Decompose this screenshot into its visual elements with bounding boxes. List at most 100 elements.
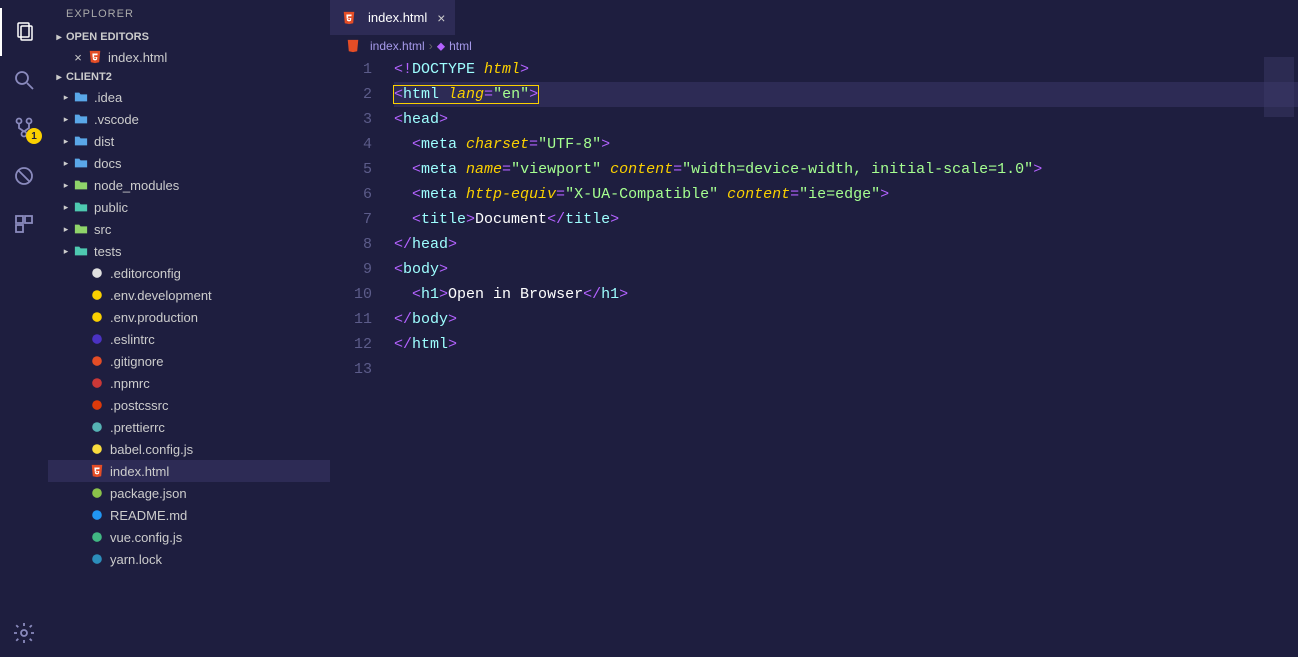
tree-file[interactable]: .env.production (48, 306, 330, 328)
npm-icon (88, 376, 106, 390)
git-icon (88, 354, 106, 368)
tree-folder[interactable]: ▸.idea (48, 86, 330, 108)
tree-file[interactable]: babel.config.js (48, 438, 330, 460)
code-line[interactable]: <title>Document</title> (394, 207, 1298, 232)
editor[interactable]: 12345678910111213 <!DOCTYPE html><html l… (330, 57, 1298, 657)
tree-file[interactable]: .prettierrc (48, 416, 330, 438)
breadcrumb[interactable]: index.html › ⬥ html (330, 35, 1298, 57)
activity-bar: 1 (0, 0, 48, 657)
line-number: 11 (330, 307, 372, 332)
code-line[interactable]: <h1>Open in Browser</h1> (394, 282, 1298, 307)
line-number: 4 (330, 132, 372, 157)
tree-item-label: tests (94, 244, 121, 259)
html-icon (340, 11, 358, 25)
chevron-right-icon: ▸ (60, 114, 72, 125)
tree-item-label: vue.config.js (110, 530, 182, 545)
tree-item-label: docs (94, 156, 121, 171)
code-line[interactable]: <!DOCTYPE html> (394, 57, 1298, 82)
chevron-right-icon: ▸ (60, 158, 72, 169)
tree-folder[interactable]: ▸tests (48, 240, 330, 262)
breadcrumb-sep: › (429, 39, 433, 53)
tree-file[interactable]: .npmrc (48, 372, 330, 394)
sidebar: EXPLORER ▸ OPEN EDITORS ×index.html ▸ CL… (48, 0, 330, 657)
line-number: 1 (330, 57, 372, 82)
code-line[interactable]: </head> (394, 232, 1298, 257)
tree-file[interactable]: .env.development (48, 284, 330, 306)
code-line[interactable]: </body> (394, 307, 1298, 332)
open-editors-list: ×index.html (48, 46, 330, 68)
code-line[interactable]: <meta name="viewport" content="width=dev… (394, 157, 1298, 182)
code-line[interactable]: <body> (394, 257, 1298, 282)
tree-file[interactable]: .gitignore (48, 350, 330, 372)
html-icon (86, 50, 104, 64)
code-line[interactable]: <html lang="en"> (394, 82, 1298, 107)
code-area[interactable]: <!DOCTYPE html><html lang="en"><head> <m… (390, 57, 1298, 657)
tree-item-label: dist (94, 134, 114, 149)
tree-item-label: index.html (110, 464, 169, 479)
chevron-down-icon: ▸ (52, 32, 66, 43)
tree-item-label: public (94, 200, 128, 215)
tree-folder[interactable]: ▸ public (48, 196, 330, 218)
tree-file[interactable]: yarn.lock (48, 548, 330, 570)
chevron-down-icon: ▸ (52, 72, 66, 83)
line-number: 5 (330, 157, 372, 182)
tree-folder[interactable]: ▸.vscode (48, 108, 330, 130)
tree-item-label: README.md (110, 508, 187, 523)
tree-folder[interactable]: ▸ docs (48, 152, 330, 174)
breadcrumb-symbol-icon: ⬥ (437, 39, 445, 54)
tree-item-label: .env.production (110, 310, 198, 325)
tree-file[interactable]: .postcssrc (48, 394, 330, 416)
tree-item-label: yarn.lock (110, 552, 162, 567)
tree-item-label: .gitignore (110, 354, 163, 369)
code-line[interactable]: <head> (394, 107, 1298, 132)
line-number: 2 (330, 82, 372, 107)
close-icon[interactable]: × (70, 50, 86, 65)
tree-item-label: .postcssrc (110, 398, 169, 413)
folder-icon (72, 222, 90, 236)
project-label: CLIENT2 (66, 71, 112, 83)
json-icon (88, 486, 106, 500)
minimap[interactable] (1264, 57, 1294, 117)
code-line[interactable]: <meta charset="UTF-8"> (394, 132, 1298, 157)
tree-file[interactable]: vue.config.js (48, 526, 330, 548)
tab-index-html[interactable]: index.html × (330, 0, 455, 35)
chevron-right-icon: ▸ (60, 202, 72, 213)
activity-search-icon[interactable] (0, 56, 48, 104)
activity-settings-icon[interactable] (0, 609, 48, 657)
tree-file[interactable]: package.json (48, 482, 330, 504)
tree-item-label: package.json (110, 486, 187, 501)
tree-item-label: .eslintrc (110, 332, 155, 347)
activity-extensions-icon[interactable] (0, 200, 48, 248)
open-editors-label: OPEN EDITORS (66, 31, 149, 43)
tree-item-label: src (94, 222, 111, 237)
code-line[interactable] (394, 357, 1298, 382)
sidebar-title: EXPLORER (48, 0, 330, 28)
breadcrumb-symbol: html (449, 39, 472, 53)
tree-file[interactable]: README.md (48, 504, 330, 526)
breadcrumb-file: index.html (370, 39, 425, 53)
open-editor-item[interactable]: ×index.html (48, 46, 330, 68)
tree-file[interactable]: index.html (48, 460, 330, 482)
tree-folder[interactable]: ▸node_modules (48, 174, 330, 196)
project-header[interactable]: ▸ CLIENT2 (48, 68, 330, 86)
activity-explorer-icon[interactable] (0, 8, 48, 56)
code-line[interactable]: </html> (394, 332, 1298, 357)
prettier-icon (88, 420, 106, 434)
line-number: 9 (330, 257, 372, 282)
line-gutter: 12345678910111213 (330, 57, 390, 657)
folder-icon (72, 244, 90, 258)
chevron-right-icon: ▸ (60, 92, 72, 103)
tree-file[interactable]: .editorconfig (48, 262, 330, 284)
close-icon[interactable]: × (437, 10, 445, 26)
activity-debug-icon[interactable] (0, 152, 48, 200)
tree-folder[interactable]: ▸src (48, 218, 330, 240)
activity-scm-icon[interactable]: 1 (0, 104, 48, 152)
editor-group: index.html × index.html › ⬥ html 1234567… (330, 0, 1298, 657)
code-line[interactable]: <meta http-equiv="X-UA-Compatible" conte… (394, 182, 1298, 207)
line-number: 6 (330, 182, 372, 207)
tree-item-label: .editorconfig (110, 266, 181, 281)
open-editors-header[interactable]: ▸ OPEN EDITORS (48, 28, 330, 46)
tree-folder[interactable]: ▸dist (48, 130, 330, 152)
env-icon (88, 310, 106, 324)
tree-file[interactable]: .eslintrc (48, 328, 330, 350)
